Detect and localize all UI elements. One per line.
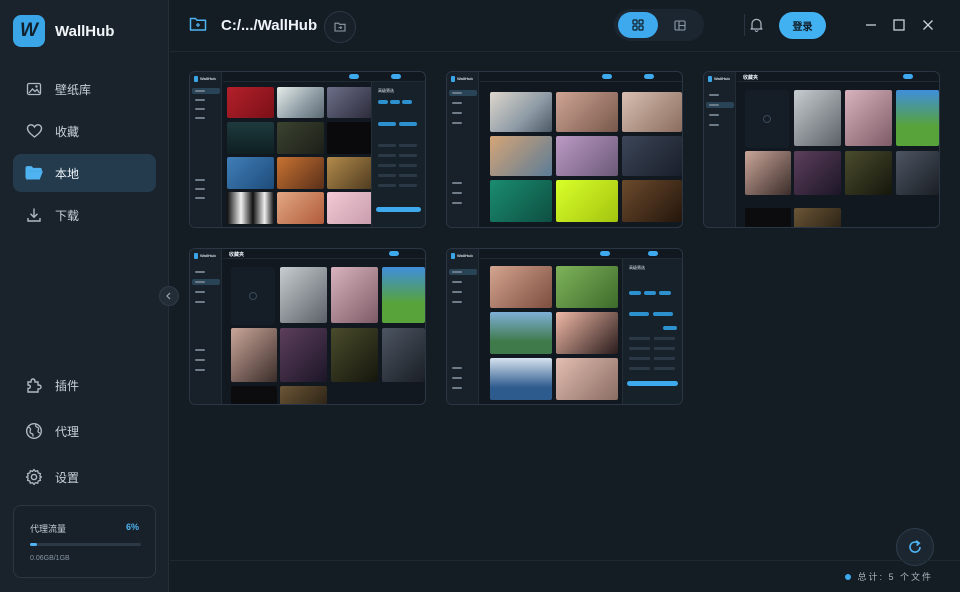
layout-icon: [674, 19, 686, 31]
app-logo-icon: W: [13, 15, 45, 47]
file-count-text: 总计: 5 个文件: [857, 572, 933, 582]
folder-icon: [25, 164, 43, 182]
status-dot-icon: [845, 573, 852, 580]
file-thumbnail[interactable]: WallHub 高级筛选: [446, 248, 683, 405]
file-count-status: 总计: 5 个文件: [845, 570, 933, 583]
minimize-button[interactable]: [863, 17, 879, 33]
current-path: C:/.../WallHub: [221, 17, 318, 34]
chevron-left-icon: [166, 292, 171, 300]
sidebar-item-label: 代理: [55, 424, 80, 439]
sidebar-item-local[interactable]: 本地: [13, 154, 156, 192]
header: C:/.../WallHub 登录: [170, 0, 960, 52]
sidebar-item-label: 本地: [55, 166, 80, 181]
sidebar: W WallHub 壁纸库 收藏 本地 下载 插件 代理 设置 代理流量 6% …: [0, 0, 169, 592]
sidebar-item-label: 下载: [55, 208, 80, 223]
grid-icon: [632, 19, 644, 31]
sidebar-item-proxy[interactable]: 代理: [13, 412, 156, 450]
gear-icon: [25, 468, 43, 486]
minimize-icon: [866, 24, 876, 26]
masonry-view-button[interactable]: [660, 12, 700, 38]
heart-icon: [25, 122, 43, 140]
proxy-usage-title: 代理流量: [30, 524, 67, 534]
refresh-icon: [909, 540, 921, 553]
file-thumbnail[interactable]: WallHub: [446, 71, 683, 228]
file-thumbnail[interactable]: WallHub 高级筛选: [189, 71, 426, 228]
bell-icon[interactable]: [750, 17, 763, 37]
main-nav: 壁纸库 收藏 本地 下载: [13, 70, 156, 238]
close-icon: [923, 20, 933, 30]
sidebar-item-label: 壁纸库: [55, 82, 92, 97]
download-icon: [25, 206, 43, 224]
sidebar-item-label: 设置: [55, 470, 80, 485]
header-divider: [744, 14, 745, 36]
maximize-button[interactable]: [891, 17, 907, 33]
folder-open-icon: [334, 22, 346, 32]
view-mode-toggle: [614, 9, 704, 41]
file-thumbnail[interactable]: WallHub 收藏夹: [189, 248, 426, 405]
app-name: WallHub: [55, 22, 115, 40]
proxy-usage-bar: [30, 543, 141, 546]
sidebar-item-label: 收藏: [55, 124, 80, 139]
thumbnail-preview-sidebar: WallHub: [190, 72, 222, 227]
proxy-usage-percent: 6%: [125, 522, 139, 532]
login-button[interactable]: 登录: [779, 12, 826, 39]
file-grid: WallHub 高级筛选 WallHub WallHub 收藏夹 WallHub…: [170, 53, 960, 560]
brand[interactable]: W WallHub: [13, 15, 114, 47]
sidebar-item-label: 插件: [55, 378, 80, 393]
puzzle-icon: [25, 376, 43, 394]
grid-view-button[interactable]: [618, 12, 658, 38]
image-icon: [25, 80, 43, 98]
open-folder-button[interactable]: [324, 11, 356, 43]
bottom-nav: 插件 代理 设置: [13, 366, 156, 500]
sidebar-item-wallpapers[interactable]: 壁纸库: [13, 70, 156, 108]
close-button[interactable]: [920, 17, 936, 33]
maximize-icon: [893, 19, 905, 31]
collapse-sidebar-button[interactable]: [159, 286, 179, 306]
sidebar-item-settings[interactable]: 设置: [13, 458, 156, 496]
file-thumbnail[interactable]: WallHub 收藏夹: [703, 71, 940, 228]
status-bar: 总计: 5 个文件: [170, 560, 960, 592]
sidebar-item-favorites[interactable]: 收藏: [13, 112, 156, 150]
folder-path-icon: [189, 16, 207, 37]
proxy-usage-amount: 0.06GB/1GB: [30, 555, 70, 562]
proxy-usage-bar-fill: [30, 543, 37, 546]
proxy-usage-card: 代理流量 6% 0.06GB/1GB: [13, 505, 156, 578]
sidebar-item-downloads[interactable]: 下载: [13, 196, 156, 234]
sidebar-item-plugins[interactable]: 插件: [13, 366, 156, 404]
globe-icon: [25, 422, 43, 440]
